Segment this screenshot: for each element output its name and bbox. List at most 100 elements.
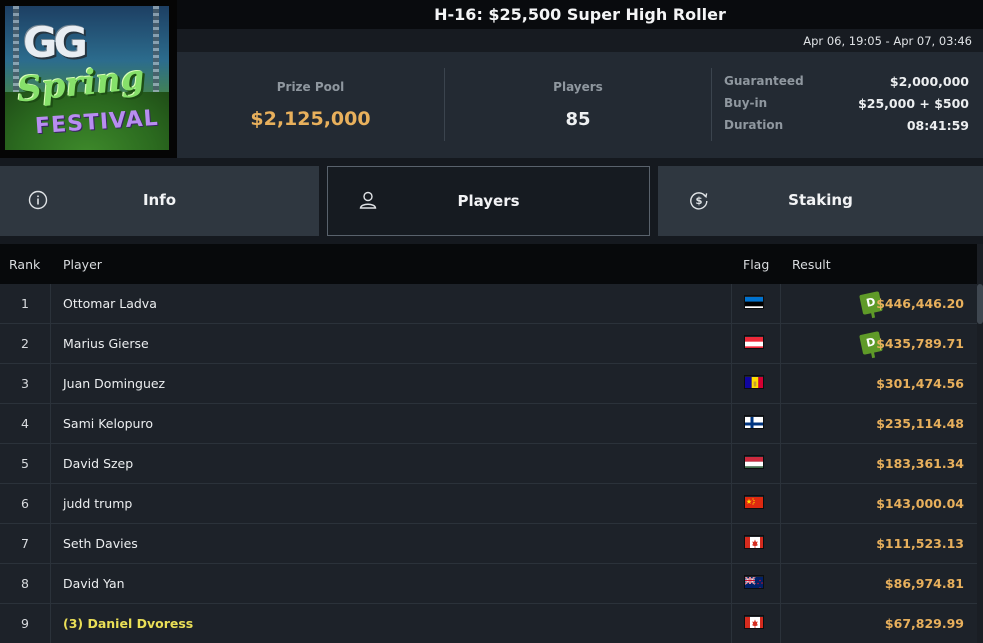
table-row[interactable]: 6 judd trump $143,000.04	[0, 484, 977, 524]
rank-cell: 9	[0, 604, 51, 643]
finland-flag-icon	[744, 415, 764, 429]
andorra-flag-icon	[744, 375, 764, 389]
column-divider	[780, 324, 781, 363]
scrollbar-thumb[interactable]	[977, 284, 983, 324]
column-divider	[780, 284, 781, 323]
detail-row-buyin: Buy-in $25,000 + $500	[724, 96, 969, 118]
date-row: Apr 06, 19:05 - Apr 07, 03:46	[177, 29, 983, 52]
prize-pool-value: $2,125,000	[250, 108, 371, 130]
title-bar: H-16: $25,500 Super High Roller	[177, 0, 983, 29]
column-divider	[780, 604, 781, 643]
column-header-flag[interactable]: Flag	[743, 257, 769, 272]
rank-cell: 2	[0, 324, 51, 363]
logo-image: GG Spring FESTIVAL	[5, 6, 169, 150]
column-divider	[780, 444, 781, 483]
scrollbar[interactable]	[977, 244, 983, 643]
players-label: Players	[553, 80, 603, 94]
column-header-player[interactable]: Player	[63, 257, 102, 272]
table-row[interactable]: 4 Sami Kelopuro $235,114.48	[0, 404, 977, 444]
result-amount: $435,789.71	[876, 336, 964, 351]
players-stat: Players 85	[445, 52, 711, 158]
player-name[interactable]: Juan Dominguez	[63, 376, 165, 391]
table-row[interactable]: 9 (3) Daniel Dvoress $67,829.99	[0, 604, 977, 643]
table-row[interactable]: 1 Ottomar Ladva D $446,446.20	[0, 284, 977, 324]
player-name[interactable]: David Szep	[63, 456, 133, 471]
table-row[interactable]: 3 Juan Dominguez $301,474.56	[0, 364, 977, 404]
rank-cell: 5	[0, 444, 51, 483]
tab-info[interactable]: Info	[0, 166, 319, 236]
table-row[interactable]: 2 Marius Gierse D $435,789.71	[0, 324, 977, 364]
detail-value: 08:41:59	[906, 118, 969, 133]
table-row[interactable]: 5 David Szep $183,361.34	[0, 444, 977, 484]
detail-row-guaranteed: Guaranteed $2,000,000	[724, 74, 969, 96]
festival-logo: GG Spring FESTIVAL	[0, 0, 177, 158]
column-divider	[780, 484, 781, 523]
column-divider	[731, 524, 732, 563]
detail-row-duration: Duration 08:41:59	[724, 118, 969, 140]
player-name[interactable]: judd trump	[63, 496, 132, 511]
players-value: 85	[565, 109, 591, 130]
column-divider	[731, 604, 732, 643]
player-name[interactable]: Seth Davies	[63, 536, 138, 551]
table-row[interactable]: 8 David Yan $86,974.81	[0, 564, 977, 604]
table-header: Rank Player Flag Result	[0, 244, 977, 284]
canada-flag-icon	[744, 615, 764, 629]
result-amount: $301,474.56	[876, 376, 964, 391]
stats-bar: Prize Pool $2,125,000 Players 85 Guarant…	[177, 52, 983, 158]
players-table: Rank Player Flag Result 1 Ottomar Ladva D $…	[0, 244, 977, 643]
result-amount: $86,974.81	[884, 576, 964, 591]
new-zealand-flag-icon	[744, 575, 764, 589]
column-divider	[780, 364, 781, 403]
player-name[interactable]: Marius Gierse	[63, 336, 149, 351]
detail-label: Buy-in	[724, 96, 768, 110]
result-amount: $446,446.20	[876, 296, 964, 311]
detail-value: $2,000,000	[889, 74, 969, 89]
rank-cell: 1	[0, 284, 51, 323]
estonia-flag-icon	[744, 295, 764, 309]
column-divider	[731, 484, 732, 523]
result-amount: $183,361.34	[876, 456, 964, 471]
rank-cell: 3	[0, 364, 51, 403]
table-row[interactable]: 7 Seth Davies $111,523.13	[0, 524, 977, 564]
tournament-title: H-16: $25,500 Super High Roller	[434, 5, 726, 24]
hungary-flag-icon	[744, 455, 764, 469]
tab-staking[interactable]: $ Staking	[658, 166, 983, 236]
player-name[interactable]: Sami Kelopuro	[63, 416, 153, 431]
result-amount: $111,523.13	[876, 536, 964, 551]
player-name[interactable]: David Yan	[63, 576, 125, 591]
tab-players-label: Players	[457, 192, 520, 210]
result-amount: $235,114.48	[876, 416, 964, 431]
rank-cell: 6	[0, 484, 51, 523]
logo-gg-text: GG	[23, 18, 88, 67]
prize-pool-stat: Prize Pool $2,125,000	[177, 52, 444, 158]
column-divider	[731, 284, 732, 323]
canada-flag-icon	[744, 535, 764, 549]
column-header-rank[interactable]: Rank	[9, 257, 40, 272]
column-divider	[780, 564, 781, 603]
stats-divider	[711, 68, 712, 141]
column-divider	[780, 524, 781, 563]
tab-info-label: Info	[142, 191, 177, 209]
detail-label: Guaranteed	[724, 74, 804, 88]
column-divider	[731, 444, 732, 483]
tab-bar: Info Players $ Staking	[0, 158, 983, 244]
column-header-result[interactable]: Result	[792, 257, 831, 272]
tab-players[interactable]: Players	[327, 166, 650, 236]
column-divider	[731, 364, 732, 403]
column-divider	[731, 324, 732, 363]
column-divider	[731, 564, 732, 603]
player-name[interactable]: (3) Daniel Dvoress	[63, 616, 193, 631]
column-divider	[780, 404, 781, 443]
tab-staking-label: Staking	[788, 191, 853, 209]
player-name[interactable]: Ottomar Ladva	[63, 296, 157, 311]
rank-cell: 7	[0, 524, 51, 563]
column-divider	[731, 404, 732, 443]
austria-flag-icon	[744, 335, 764, 349]
result-amount: $143,000.04	[876, 496, 964, 511]
detail-value: $25,000 + $500	[858, 96, 969, 111]
prize-pool-label: Prize Pool	[276, 80, 345, 94]
date-range: Apr 06, 19:05 - Apr 07, 03:46	[803, 34, 972, 48]
tournament-details: Guaranteed $2,000,000 Buy-in $25,000 + $…	[724, 74, 969, 140]
result-amount: $67,829.99	[884, 616, 964, 631]
rank-cell: 4	[0, 404, 51, 443]
